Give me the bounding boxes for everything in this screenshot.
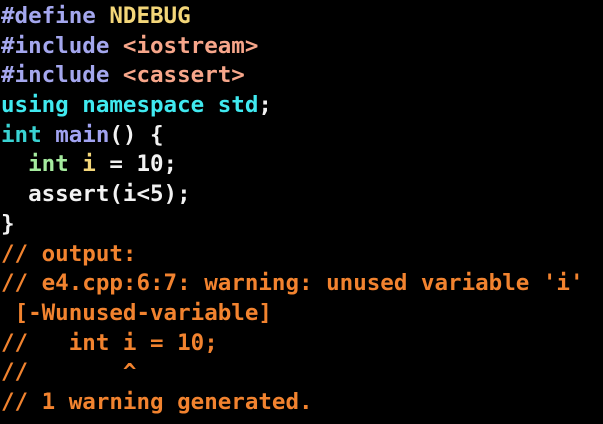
code-line[interactable]: using namespace std; — [0, 91, 603, 121]
code-token-plain: ; — [258, 92, 272, 119]
code-token-plain: } — [1, 210, 15, 237]
code-line[interactable]: assert(i<5); — [0, 180, 603, 210]
code-token-preprocessor: #include — [1, 32, 123, 59]
code-line[interactable]: // output: — [0, 240, 603, 270]
code-token-plain: = 10; — [95, 151, 178, 178]
code-token-include-path: <cassert> — [122, 62, 245, 89]
code-line[interactable]: // int i = 10; — [0, 329, 603, 359]
code-token-plain: assert(i<5); — [1, 181, 191, 208]
code-token-preprocessor: #define — [1, 3, 110, 29]
code-token-preprocessor: #include — [1, 62, 123, 89]
code-token-comment: // output: — [1, 240, 137, 267]
code-line[interactable]: [-Wunused-variable] — [0, 299, 603, 329]
code-token-comment: // int i = 10; — [1, 329, 218, 356]
code-token-comment: // e4.cpp:6:7: warning: unused variable … — [1, 270, 584, 297]
code-line[interactable]: // 1 warning generated. — [0, 388, 603, 418]
code-token-macro: i — [82, 151, 96, 178]
code-line[interactable]: // e4.cpp:6:7: warning: unused variable … — [0, 269, 603, 299]
code-line[interactable]: int i = 10; — [0, 150, 603, 180]
code-token-comment: // ^ — [1, 359, 137, 386]
code-token-comment: // 1 warning generated. — [1, 388, 313, 415]
code-line[interactable]: #define NDEBUG — [0, 2, 603, 32]
code-editor[interactable]: #define NDEBUG #include <iostream> #includ… — [0, 0, 603, 424]
code-token-macro: NDEBUG — [109, 3, 191, 29]
code-line[interactable]: } — [0, 210, 603, 240]
code-token-comment: [-Wunused-variable] — [1, 299, 272, 326]
code-token-include-path: <iostream> — [122, 32, 259, 59]
code-line[interactable]: #include <cassert> — [0, 61, 603, 91]
code-token-variable: int — [28, 151, 69, 178]
code-line[interactable]: // ^ — [0, 358, 603, 388]
code-line[interactable]: #include <iostream> — [0, 32, 603, 62]
code-token-keyword: using namespace std — [1, 92, 259, 119]
code-line[interactable]: int main() { — [0, 121, 603, 151]
code-token-plain: () { — [109, 121, 164, 148]
code-token-function: main — [55, 121, 110, 148]
code-token-type: int — [1, 121, 42, 148]
